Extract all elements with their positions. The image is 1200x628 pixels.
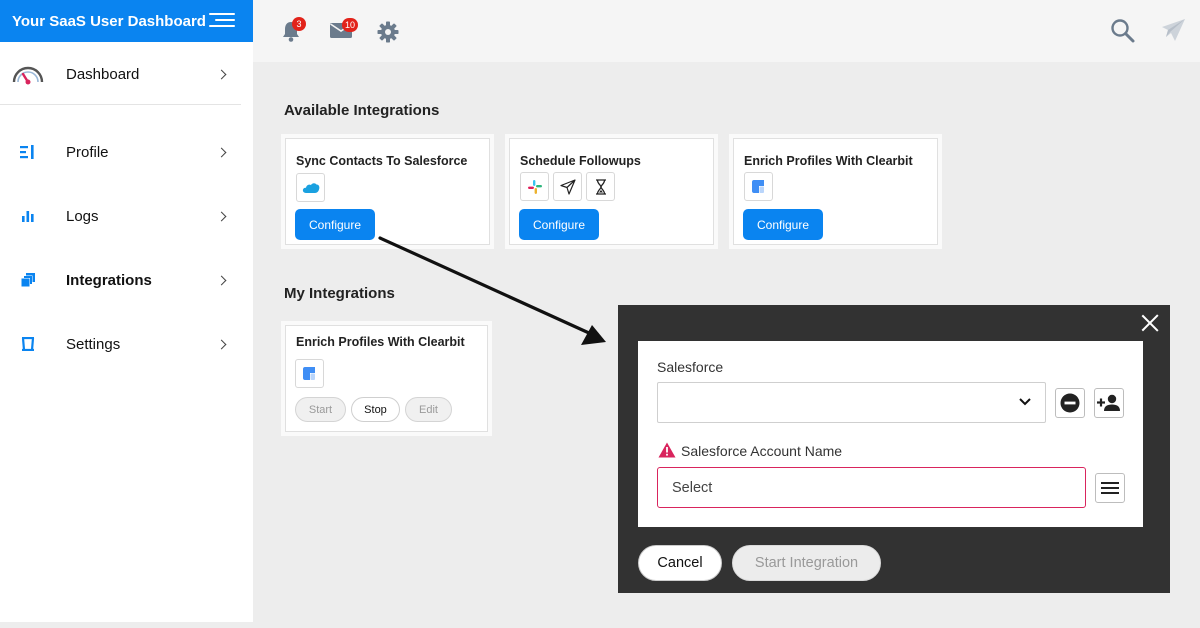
chevron-right-icon bbox=[216, 339, 227, 349]
integration-card-salesforce: Sync Contacts To Salesforce Configure bbox=[285, 138, 490, 245]
top-bar: 3 10 bbox=[253, 0, 1200, 62]
add-user-icon bbox=[1097, 394, 1120, 411]
rocket-icon bbox=[1162, 19, 1185, 41]
card-title: Enrich Profiles With Clearbit bbox=[744, 154, 913, 168]
minus-circle-icon bbox=[1060, 393, 1080, 413]
app-title: Your SaaS User Dashboard bbox=[12, 12, 206, 30]
menu-icon bbox=[1101, 482, 1119, 494]
sidebar: Your SaaS User Dashboard Dashboard Profi… bbox=[0, 0, 253, 622]
messages-badge: 10 bbox=[342, 18, 359, 32]
gear-icon bbox=[377, 21, 399, 43]
list-icon bbox=[10, 134, 46, 170]
speedometer-icon bbox=[10, 56, 46, 92]
account-name-input[interactable] bbox=[657, 467, 1086, 508]
hourglass-icon bbox=[586, 172, 615, 201]
bar-chart-icon bbox=[10, 198, 46, 234]
start-button[interactable]: Start bbox=[295, 397, 346, 422]
frame-icon bbox=[10, 326, 46, 362]
card-title: Sync Contacts To Salesforce bbox=[296, 154, 468, 168]
sidebar-item-integrations[interactable]: Integrations bbox=[0, 262, 241, 298]
sidebar-item-label: Settings bbox=[66, 335, 121, 353]
warning-icon bbox=[658, 442, 676, 458]
sidebar-item-dashboard[interactable]: Dashboard bbox=[0, 56, 241, 92]
arrow-annotation bbox=[378, 236, 606, 345]
settings-button[interactable] bbox=[377, 21, 399, 43]
cancel-button[interactable]: Cancel bbox=[638, 545, 722, 581]
chevron-down-icon bbox=[1019, 398, 1031, 406]
account-name-label: Salesforce Account Name bbox=[681, 443, 843, 459]
sidebar-item-label: Logs bbox=[66, 207, 99, 225]
sidebar-item-label: Dashboard bbox=[66, 65, 140, 83]
launch-button[interactable] bbox=[1159, 18, 1187, 44]
add-account-button[interactable] bbox=[1094, 388, 1124, 418]
sidebar-item-label: Integrations bbox=[66, 271, 152, 289]
notifications-badge: 3 bbox=[292, 17, 306, 31]
chevron-right-icon bbox=[216, 147, 227, 157]
search-button[interactable] bbox=[1110, 18, 1136, 44]
slack-icon bbox=[520, 172, 549, 201]
close-icon[interactable] bbox=[1140, 313, 1160, 333]
configure-button[interactable]: Configure bbox=[743, 209, 823, 240]
remove-button[interactable] bbox=[1055, 388, 1085, 418]
send-icon bbox=[553, 172, 582, 201]
sidebar-divider bbox=[0, 104, 241, 105]
edit-button[interactable]: Edit bbox=[405, 397, 452, 422]
copy-icon bbox=[10, 262, 46, 298]
hamburger-menu-icon[interactable] bbox=[209, 13, 235, 29]
salesforce-icon bbox=[296, 173, 325, 202]
search-icon bbox=[1111, 19, 1135, 43]
available-integrations-title: Available Integrations bbox=[284, 102, 440, 119]
configure-button[interactable]: Configure bbox=[295, 209, 375, 240]
salesforce-label: Salesforce bbox=[657, 359, 724, 375]
card-title: Schedule Followups bbox=[520, 154, 641, 168]
options-button[interactable] bbox=[1095, 473, 1125, 503]
chevron-right-icon bbox=[216, 275, 227, 285]
notifications-button[interactable]: 3 bbox=[281, 17, 306, 44]
messages-button[interactable]: 10 bbox=[330, 18, 359, 42]
stop-button[interactable]: Stop bbox=[351, 397, 400, 422]
integration-card-followups: Schedule Followups Configure bbox=[509, 138, 714, 245]
sidebar-item-label: Profile bbox=[66, 143, 109, 161]
salesforce-select[interactable] bbox=[657, 382, 1046, 423]
sidebar-item-profile[interactable]: Profile bbox=[0, 134, 241, 170]
modal-form-panel: Salesforce Salesforce Account Name Selec… bbox=[638, 341, 1143, 527]
start-integration-button[interactable]: Start Integration bbox=[732, 545, 881, 581]
clearbit-icon bbox=[744, 172, 773, 201]
sidebar-item-logs[interactable]: Logs bbox=[0, 198, 241, 234]
chevron-right-icon bbox=[216, 211, 227, 221]
integration-card-clearbit: Enrich Profiles With Clearbit Configure bbox=[733, 138, 938, 245]
brand-header: Your SaaS User Dashboard bbox=[0, 0, 253, 42]
chevron-right-icon bbox=[216, 69, 227, 79]
clearbit-icon bbox=[295, 359, 324, 388]
sidebar-item-settings[interactable]: Settings bbox=[0, 326, 241, 362]
configure-modal: Salesforce Salesforce Account Name Selec… bbox=[618, 305, 1170, 593]
